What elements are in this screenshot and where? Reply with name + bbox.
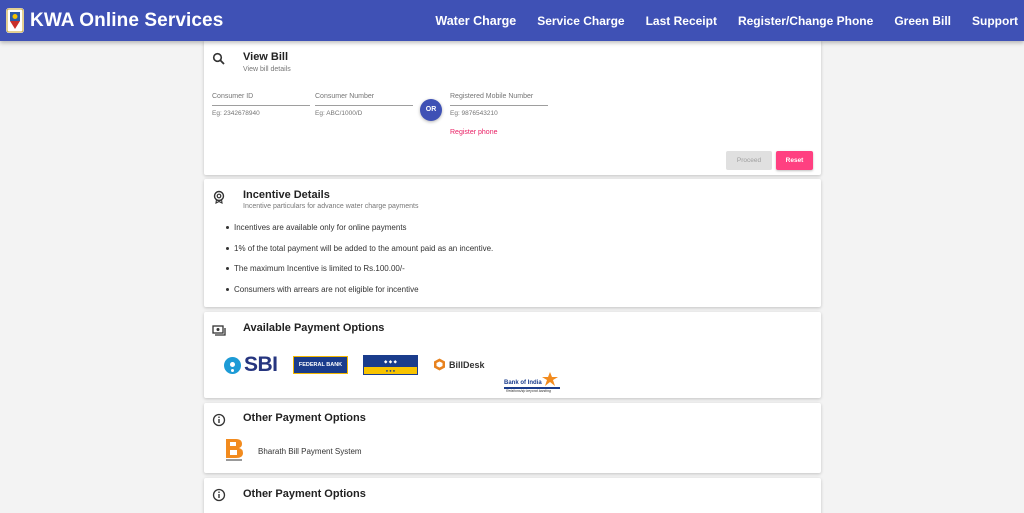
reset-button[interactable]: Reset (776, 151, 813, 170)
view-bill-card: View Bill View bill details Consumer ID … (204, 40, 821, 175)
other-payment-options-card: Other Payment Options Bharath Bill Payme… (204, 403, 821, 473)
bbps-label[interactable]: Bharath Bill Payment System (258, 447, 362, 456)
indian-bank-stripe: ● ● ● (385, 368, 396, 373)
consumer-id-label: Consumer ID (212, 93, 254, 100)
consumer-id-input[interactable] (212, 105, 310, 106)
mobile-number-hint: Eg: 9876543210 (450, 110, 498, 117)
billdesk-icon (433, 358, 446, 371)
other-payment-options-title-2: Other Payment Options (243, 488, 366, 500)
billdesk-logo[interactable]: BillDesk (433, 358, 485, 371)
sbi-text: SBI (244, 353, 278, 376)
register-phone-link[interactable]: Register phone (450, 129, 497, 136)
list-item: Incentives are available only for online… (226, 223, 493, 244)
nav-register-change-phone[interactable]: Register/Change Phone (738, 14, 873, 28)
consumer-number-hint: Eg: ABC/1000/D (315, 110, 363, 117)
payment-options-card: Available Payment Options SBI FEDERAL BA… (204, 312, 821, 398)
boi-tagline: Relationship beyond banking (506, 389, 551, 393)
brand-title[interactable]: KWA Online Services (30, 10, 223, 32)
payments-icon (212, 323, 226, 337)
main-nav: Water Charge Service Charge Last Receipt… (414, 0, 1018, 41)
incentive-card: Incentive Details Incentive particulars … (204, 179, 821, 307)
consumer-number-label: Consumer Number (315, 93, 375, 100)
list-item: The maximum Incentive is limited to Rs.1… (226, 264, 493, 285)
indian-bank-emblem: ◆ ◆ ◆ (364, 356, 417, 367)
nav-service-charge[interactable]: Service Charge (537, 14, 624, 28)
sbi-icon (224, 356, 241, 374)
or-badge: OR (420, 99, 442, 121)
kwa-logo[interactable] (6, 8, 24, 33)
info-icon (212, 413, 226, 427)
federal-bank-logo[interactable]: FEDERAL BANK (293, 356, 348, 374)
indian-bank-logo[interactable]: ◆ ◆ ◆ ● ● ● (363, 355, 418, 375)
boi-star-icon (542, 372, 558, 386)
list-item: Consumers with arrears are not eligible … (226, 285, 493, 306)
badge-icon (212, 190, 226, 204)
consumer-number-field[interactable]: Consumer Number Eg: ABC/1000/D (315, 93, 413, 117)
sbi-logo[interactable]: SBI (224, 353, 278, 377)
other-payment-options-title: Other Payment Options (243, 412, 366, 424)
incentive-subtitle: Incentive particulars for advance water … (243, 203, 419, 210)
search-icon (212, 52, 226, 66)
mobile-number-input[interactable] (450, 105, 548, 106)
nav-last-receipt[interactable]: Last Receipt (646, 14, 717, 28)
nav-green-bill[interactable]: Green Bill (894, 14, 951, 28)
payment-options-title: Available Payment Options (243, 322, 385, 334)
nav-support[interactable]: Support (972, 14, 1018, 28)
proceed-button[interactable]: Proceed (726, 151, 772, 170)
info-icon (212, 488, 226, 502)
incentive-title: Incentive Details (243, 189, 330, 201)
other-payment-options-card-2: Other Payment Options (204, 478, 821, 513)
top-app-bar: KWA Online Services Water Charge Service… (0, 0, 1024, 41)
billdesk-text: BillDesk (449, 359, 485, 370)
list-item: 1% of the total payment will be added to… (226, 244, 493, 265)
bbps-logo[interactable] (224, 439, 244, 461)
view-bill-title: View Bill (243, 51, 289, 63)
nav-water-charge[interactable]: Water Charge (435, 14, 516, 28)
incentive-list: Incentives are available only for online… (226, 223, 493, 305)
consumer-id-hint: Eg: 2342678940 (212, 110, 260, 117)
consumer-id-field[interactable]: Consumer ID Eg: 2342678940 (212, 93, 310, 117)
consumer-number-input[interactable] (315, 105, 413, 106)
mobile-number-label: Registered Mobile Number (450, 93, 534, 100)
boi-name: Bank of India (504, 380, 542, 386)
view-bill-subtitle: View bill details (243, 66, 291, 73)
mobile-number-field[interactable]: Registered Mobile Number Eg: 9876543210 (450, 93, 548, 117)
bank-of-india-logo[interactable]: Bank of India Relationship beyond bankin… (504, 372, 560, 398)
